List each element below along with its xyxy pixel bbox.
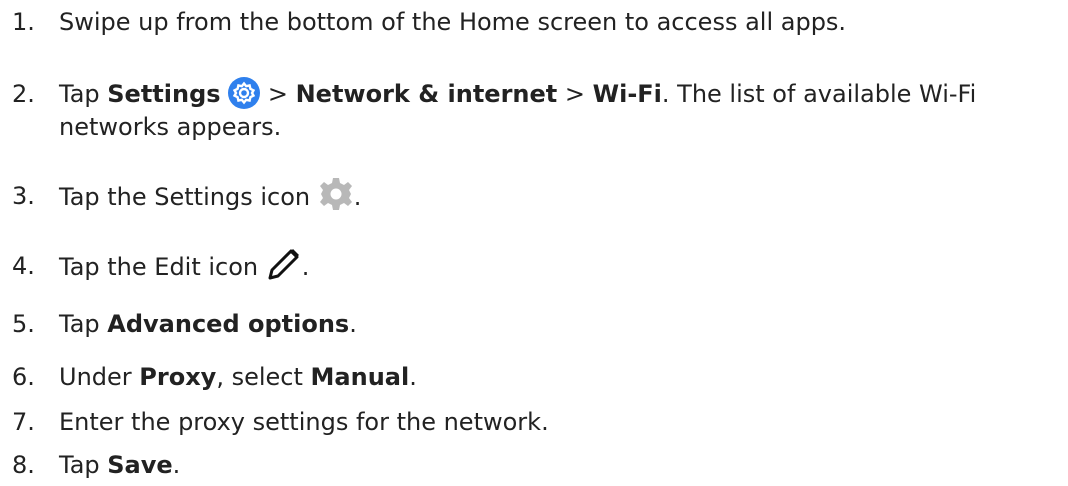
step-text: Enter the proxy settings for the network… xyxy=(59,408,549,436)
proxy-label: Proxy xyxy=(139,363,217,391)
pencil-icon xyxy=(266,246,302,282)
step-number: 5. xyxy=(12,310,35,338)
save-label: Save xyxy=(107,451,173,479)
step-number: 3. xyxy=(12,182,35,210)
step-text: Tap the Edit icon . xyxy=(59,249,1028,286)
manual-label: Manual xyxy=(310,363,410,391)
step-number: 1. xyxy=(12,8,35,36)
step-text: Tap Save. xyxy=(59,451,181,479)
network-internet-label: Network & internet xyxy=(295,80,558,108)
advanced-options-label: Advanced options xyxy=(107,310,350,338)
step-number: 4. xyxy=(12,252,35,280)
gear-icon xyxy=(318,176,354,212)
settings-label: Settings xyxy=(107,80,221,108)
step-number: 8. xyxy=(12,451,35,479)
step-text: Under Proxy, select Manual. xyxy=(59,363,417,391)
step-text: Swipe up from the bottom of the Home scr… xyxy=(59,8,847,36)
step-text: Tap Advanced options. xyxy=(59,310,357,338)
wifi-label: Wi-Fi xyxy=(592,80,662,108)
settings-app-icon xyxy=(228,77,261,109)
step-number: 6. xyxy=(12,363,35,391)
step-number: 2. xyxy=(12,80,35,108)
step-text: Tap the Settings icon . xyxy=(59,178,1028,216)
step-number: 7. xyxy=(12,408,35,436)
step-text: Tap Settings > Network & internet > Wi-F… xyxy=(59,77,1028,143)
